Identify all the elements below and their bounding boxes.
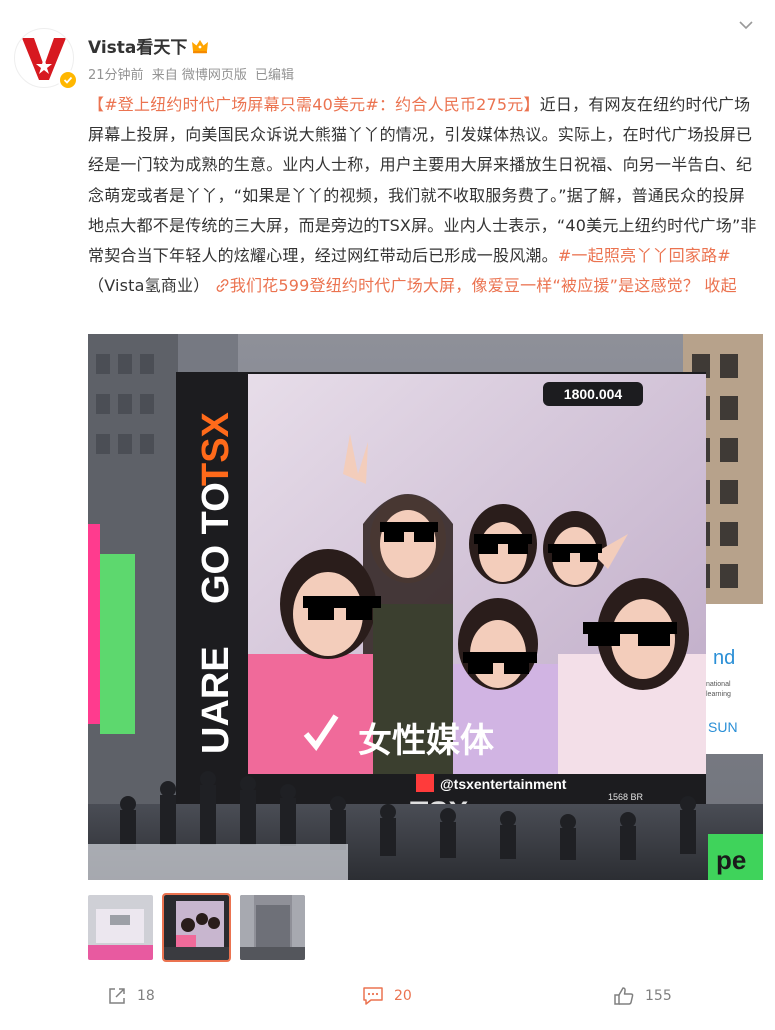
verified-badge-icon	[58, 70, 78, 90]
hashtag-title-link[interactable]: 【#登上纽约时代广场屏幕只需40美元#：约合人民币275元】	[88, 95, 540, 114]
comment-button[interactable]: 20	[362, 986, 412, 1006]
post-body: 近日，有网友在纽约时代广场屏幕上投屏，向美国民众诉说大熊猫丫丫的情况，引发媒体热…	[88, 95, 757, 266]
article-link[interactable]: 我们花599登纽约时代广场大屏，像爱豆一样“被应援”是这感觉？	[230, 276, 699, 295]
svg-text:@tsxentertainment: @tsxentertainment	[440, 776, 567, 792]
collapse-link[interactable]: 收起	[704, 276, 736, 295]
svg-text:national: national	[706, 681, 731, 688]
svg-text:SUN: SUN	[708, 719, 738, 735]
thumbnail-2[interactable]	[162, 893, 231, 962]
share-count: 18	[137, 988, 155, 1004]
thumbnail-strip	[88, 893, 305, 962]
more-options-button[interactable]	[735, 14, 757, 36]
svg-text:UARE: UARE	[195, 646, 237, 754]
post-meta: 21分钟前 来自 微博网页版 已编辑	[88, 64, 298, 83]
source-credit: （Vista氢商业）	[88, 276, 210, 296]
share-button[interactable]: 18	[107, 986, 155, 1006]
comment-count: 20	[394, 988, 412, 1004]
svg-text:TSX: TSX	[195, 411, 237, 486]
edited-label[interactable]: 已编辑	[255, 68, 294, 83]
thumbs-up-icon	[614, 987, 634, 1005]
post-time[interactable]: 21分钟前	[88, 68, 144, 83]
svg-text:learning: learning	[706, 691, 731, 698]
svg-text:1568 BR: 1568 BR	[608, 792, 644, 802]
times-square-photo: nd national learning SUN GO TO TSX UARE …	[88, 334, 763, 880]
like-count: 155	[645, 988, 672, 1004]
username-link[interactable]: Vista看天下	[88, 33, 187, 58]
comment-icon	[363, 987, 383, 1005]
sign-right-text: nd	[713, 647, 735, 669]
like-button[interactable]: 155	[613, 986, 672, 1006]
share-icon	[109, 988, 125, 1004]
member-crown-icon[interactable]	[191, 38, 209, 54]
svg-text:pe: pe	[716, 845, 746, 875]
post-text: 【#登上纽约时代广场屏幕只需40美元#：约合人民币275元】近日，有网友在纽约时…	[88, 90, 760, 301]
avatar-container[interactable]	[14, 28, 78, 90]
action-bar: 18 20 155	[0, 978, 775, 1018]
screen-caption: 女性媒体	[358, 721, 494, 761]
post-main-image[interactable]: nd national learning SUN GO TO TSX UARE …	[88, 334, 763, 880]
chevron-down-icon	[739, 21, 753, 30]
svg-text:1800.004: 1800.004	[564, 386, 623, 402]
link-icon	[216, 279, 229, 293]
svg-text:GO TO: GO TO	[195, 482, 237, 604]
username-row: Vista看天下	[88, 33, 209, 58]
post-source[interactable]: 来自 微博网页版	[152, 68, 247, 83]
hashtag-yaya-link[interactable]: #一起照亮丫丫回家路#	[558, 246, 731, 265]
thumbnail-3[interactable]	[240, 895, 305, 960]
thumbnail-1[interactable]	[88, 895, 153, 960]
